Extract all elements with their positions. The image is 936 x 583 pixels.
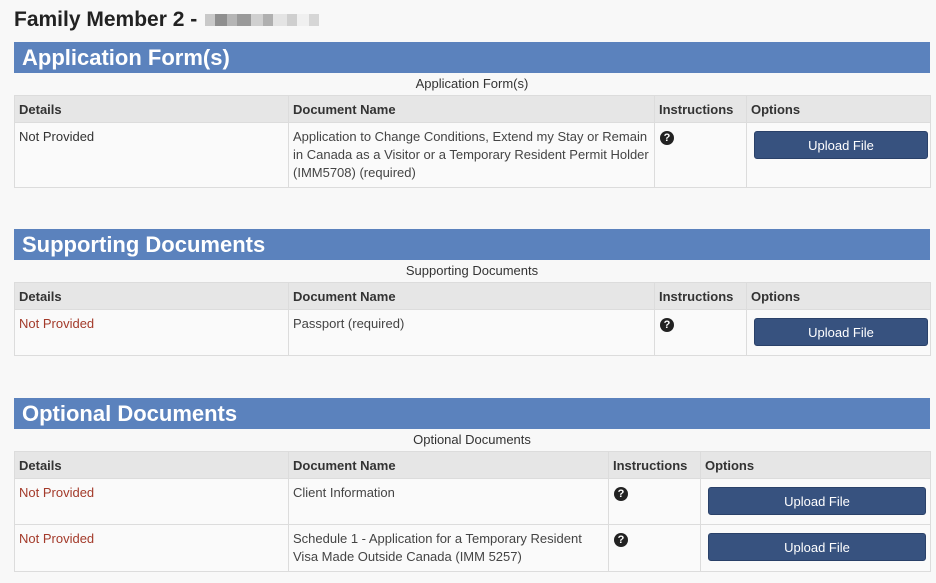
document-name: Passport (required) <box>288 309 655 356</box>
details-status: Not Provided <box>14 524 289 572</box>
table-header-row: Details Document Name Instructions Optio… <box>14 95 931 123</box>
page-title: Family Member 2 - <box>14 8 320 32</box>
column-header-instructions: Instructions <box>608 451 701 479</box>
column-header-options: Options <box>700 451 931 479</box>
question-circle-icon[interactable]: ? <box>614 533 628 547</box>
question-circle-icon[interactable]: ? <box>614 487 628 501</box>
upload-file-button[interactable]: Upload File <box>708 533 926 561</box>
details-status: Not Provided <box>14 122 289 188</box>
documents-table: Details Document Name Instructions Optio… <box>14 282 931 356</box>
table-row: Not Provided Schedule 1 - Application fo… <box>14 524 931 572</box>
redacted-name <box>205 11 320 29</box>
column-header-details: Details <box>14 95 289 123</box>
instructions-cell: ? <box>608 478 701 525</box>
table-header-row: Details Document Name Instructions Optio… <box>14 282 931 310</box>
section-header: Supporting Documents <box>14 229 930 260</box>
column-header-document-name: Document Name <box>288 95 655 123</box>
section-supporting-documents: Supporting Documents Supporting Document… <box>14 229 931 356</box>
column-header-instructions: Instructions <box>654 282 747 310</box>
document-name: Application to Change Conditions, Extend… <box>288 122 655 188</box>
instructions-cell: ? <box>654 122 747 188</box>
document-name: Schedule 1 - Application for a Temporary… <box>288 524 609 572</box>
documents-table: Details Document Name Instructions Optio… <box>14 95 931 188</box>
column-header-details: Details <box>14 451 289 479</box>
options-cell: Upload File <box>746 122 931 188</box>
document-name: Client Information <box>288 478 609 525</box>
documents-table: Details Document Name Instructions Optio… <box>14 451 931 572</box>
table-row: Not Provided Passport (required) ? Uploa… <box>14 309 931 356</box>
column-header-options: Options <box>746 282 931 310</box>
options-cell: Upload File <box>700 524 931 572</box>
section-header: Optional Documents <box>14 398 930 429</box>
table-row: Not Provided Application to Change Condi… <box>14 122 931 188</box>
section-optional-documents: Optional Documents Optional Documents De… <box>14 398 931 572</box>
options-cell: Upload File <box>700 478 931 525</box>
table-caption: Application Form(s) <box>415 76 529 91</box>
details-status: Not Provided <box>14 478 289 525</box>
column-header-details: Details <box>14 282 289 310</box>
table-header-row: Details Document Name Instructions Optio… <box>14 451 931 479</box>
section-header: Application Form(s) <box>14 42 930 73</box>
upload-file-button[interactable]: Upload File <box>708 487 926 515</box>
column-header-document-name: Document Name <box>288 282 655 310</box>
instructions-cell: ? <box>608 524 701 572</box>
question-circle-icon[interactable]: ? <box>660 131 674 145</box>
table-caption: Optional Documents <box>413 432 531 447</box>
section-application-forms: Application Form(s) Application Form(s) … <box>14 42 931 188</box>
upload-file-button[interactable]: Upload File <box>754 131 928 159</box>
column-header-instructions: Instructions <box>654 95 747 123</box>
table-caption: Supporting Documents <box>405 263 539 278</box>
instructions-cell: ? <box>654 309 747 356</box>
question-circle-icon[interactable]: ? <box>660 318 674 332</box>
options-cell: Upload File <box>746 309 931 356</box>
column-header-options: Options <box>746 95 931 123</box>
column-header-document-name: Document Name <box>288 451 609 479</box>
table-row: Not Provided Client Information ? Upload… <box>14 478 931 525</box>
page-title-text: Family Member 2 - <box>14 8 198 31</box>
details-status: Not Provided <box>14 309 289 356</box>
page: Family Member 2 - Application Form(s) Ap… <box>0 0 936 583</box>
upload-file-button[interactable]: Upload File <box>754 318 928 346</box>
